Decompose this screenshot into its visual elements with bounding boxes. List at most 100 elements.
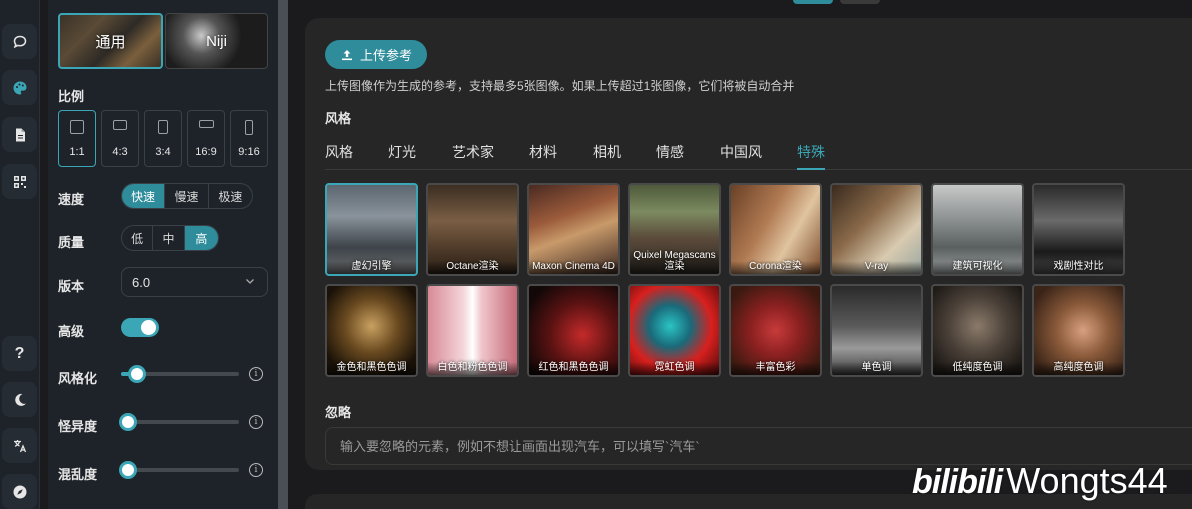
ratio-label-text: 9:16 [238, 146, 260, 158]
weird-slider[interactable] [119, 413, 239, 431]
icon-rail: ? [0, 0, 40, 509]
ratio-label-text: 3:4 [155, 146, 171, 158]
style-caption: 单色调 [832, 362, 921, 375]
style-tile-red-black[interactable]: 红色和黑色色调 [527, 284, 620, 377]
style-caption: V-ray [832, 261, 921, 274]
weird-info-icon[interactable]: i [249, 415, 263, 429]
style-caption: 霓虹色调 [630, 362, 719, 375]
help-glyph: ? [14, 344, 25, 362]
ratio-option-9-16[interactable]: 9:16 [230, 110, 268, 167]
chaos-info-icon[interactable]: i [249, 463, 263, 477]
speed-option-fast[interactable]: 快速 [122, 184, 166, 208]
chaos-slider[interactable] [119, 461, 239, 479]
style-tile-white-pink[interactable]: 白色和粉色色调 [426, 284, 519, 377]
model-label: Niji [206, 32, 227, 50]
style-caption: 白色和粉色色调 [428, 362, 517, 375]
quality-option-low[interactable]: 低 [122, 226, 154, 250]
model-card-general[interactable]: 通用 [58, 13, 163, 69]
quality-option-high[interactable]: 高 [184, 226, 218, 250]
weird-label: 怪异度 [58, 419, 98, 434]
ignore-heading: 忽略 [325, 405, 352, 420]
upload-icon [341, 49, 352, 60]
help-icon[interactable]: ? [2, 336, 37, 371]
stylize-info-icon[interactable]: i [249, 367, 263, 381]
style-caption: 金色和黑色色调 [327, 362, 416, 375]
upload-reference-button[interactable]: 上传参考 [325, 40, 427, 69]
style-tile-high-saturation[interactable]: 高纯度色调 [1032, 284, 1125, 377]
model-card-niji[interactable]: Niji [165, 13, 268, 69]
style-tile-rich-color[interactable]: 丰富色彩 [729, 284, 822, 377]
speed-option-turbo[interactable]: 极速 [209, 184, 252, 208]
style-caption: 高纯度色调 [1034, 362, 1123, 375]
style-tile-cinema4d[interactable]: Maxon Cinema 4D [527, 183, 620, 276]
tab-material[interactable]: 材料 [529, 142, 557, 170]
style-tile-unreal[interactable]: 虚幻引擎 [325, 183, 418, 276]
tab-emotion[interactable]: 情感 [656, 142, 684, 170]
style-heading: 风格 [325, 111, 352, 126]
quality-option-medium[interactable]: 中 [153, 226, 185, 250]
translate-icon[interactable] [2, 428, 37, 463]
palette-icon[interactable] [2, 70, 37, 105]
version-value: 6.0 [132, 274, 151, 290]
style-caption: 虚幻引擎 [327, 261, 416, 274]
style-caption: Octane渲染 [428, 261, 517, 274]
style-tile-dramatic[interactable]: 戏剧性对比 [1032, 183, 1125, 276]
top-tab-indicator[interactable] [793, 0, 833, 4]
upload-label: 上传参考 [359, 48, 412, 63]
style-caption: Maxon Cinema 4D [529, 261, 618, 274]
toggle-knob [141, 320, 156, 335]
qr-code-icon[interactable] [2, 164, 37, 199]
upload-hint: 上传图像作为生成的参考，支持最多5张图像。如果上传超过1张图像，它们将被自动合并 [325, 79, 795, 93]
version-label: 版本 [58, 279, 85, 294]
top-tab-indicator[interactable] [840, 0, 880, 4]
quality-selector: 低 中 高 [121, 225, 219, 251]
panel-scrollbar[interactable] [278, 0, 288, 509]
ratio-label-text: 1:1 [69, 146, 85, 158]
document-icon[interactable] [2, 117, 37, 152]
ratio-shape [70, 120, 84, 134]
stylize-label: 风格化 [58, 371, 98, 386]
ratio-label: 比例 [58, 89, 85, 104]
slider-knob[interactable] [119, 461, 137, 479]
slider-knob[interactable] [119, 413, 137, 431]
compass-icon[interactable] [2, 474, 37, 509]
advanced-toggle[interactable] [121, 318, 159, 337]
style-tile-megascans[interactable]: Quixel Megascans渲染 [628, 183, 721, 276]
ratio-shape [245, 120, 253, 135]
bilibili-logo: bilibili [912, 463, 1003, 501]
ratio-option-4-3[interactable]: 4:3 [101, 110, 139, 167]
stylize-slider[interactable] [121, 365, 239, 383]
model-label: 通用 [95, 33, 126, 51]
watermark: bilibili Wongts44 [912, 460, 1168, 502]
speed-selector: 快速 慢速 极速 [121, 183, 253, 209]
style-tabs: 风格 灯光 艺术家 材料 相机 情感 中国风 特殊 [325, 142, 1192, 170]
style-tile-neon[interactable]: 霓虹色调 [628, 284, 721, 377]
advanced-label: 高级 [58, 324, 85, 339]
style-tile-archviz[interactable]: 建筑可视化 [931, 183, 1024, 276]
tab-chinese-style[interactable]: 中国风 [720, 142, 762, 170]
ratio-option-3-4[interactable]: 3:4 [144, 110, 182, 167]
style-tile-gold-black[interactable]: 金色和黑色色调 [325, 284, 418, 377]
tab-style[interactable]: 风格 [325, 142, 353, 170]
ratio-shape [198, 120, 214, 128]
tab-camera[interactable]: 相机 [593, 142, 621, 170]
tab-lighting[interactable]: 灯光 [388, 142, 416, 170]
moon-icon[interactable] [2, 382, 37, 417]
ratio-option-1-1[interactable]: 1:1 [58, 110, 96, 167]
ratio-option-16-9[interactable]: 16:9 [187, 110, 225, 167]
chevron-down-icon [246, 279, 254, 284]
style-tile-vray[interactable]: V-ray [830, 183, 923, 276]
chat-icon[interactable] [2, 24, 37, 59]
tab-special[interactable]: 特殊 [797, 142, 825, 170]
ratio-label-text: 16:9 [195, 146, 217, 158]
style-tile-corona[interactable]: Corona渲染 [729, 183, 822, 276]
style-tile-octane[interactable]: Octane渲染 [426, 183, 519, 276]
style-tile-monochrome[interactable]: 单色调 [830, 284, 923, 377]
tab-artist[interactable]: 艺术家 [452, 142, 494, 170]
model-selector: 通用 Niji [58, 13, 268, 69]
style-caption: 红色和黑色色调 [529, 362, 618, 375]
speed-option-slow[interactable]: 慢速 [165, 184, 209, 208]
version-select[interactable]: 6.0 [121, 267, 268, 297]
style-tile-low-saturation[interactable]: 低纯度色调 [931, 284, 1024, 377]
quality-label: 质量 [58, 235, 85, 250]
